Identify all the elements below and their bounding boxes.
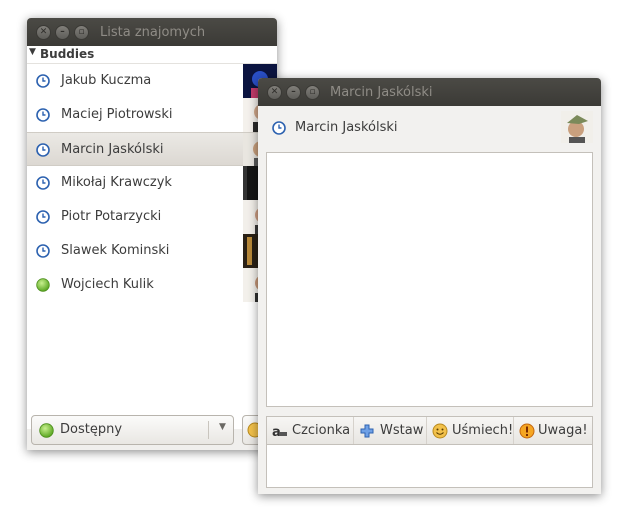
window-title: Lista znajomych (100, 25, 206, 40)
buddy-row[interactable]: Piotr Potarzycki (27, 200, 277, 234)
insert-button[interactable]: Wstaw (354, 417, 427, 444)
format-toolbar: a Czcionka Wstaw Uśmiech! Uwaga! (266, 416, 593, 445)
window-title: Marcin Jaskólski (330, 85, 433, 100)
buddy-name: Slawek Kominski (61, 243, 170, 258)
font-icon: a (272, 425, 287, 439)
smile-button[interactable]: Uśmiech! (427, 417, 514, 444)
buddy-name: Marcin Jaskólski (61, 142, 164, 157)
away-clock-icon (272, 121, 286, 135)
away-clock-icon (36, 210, 50, 224)
close-icon[interactable]: ✕ (36, 25, 51, 40)
away-clock-icon (36, 108, 50, 122)
attention-label: Uwaga! (538, 423, 588, 438)
font-button[interactable]: a Czcionka (267, 417, 354, 444)
message-input[interactable] (266, 445, 593, 488)
buddy-name: Maciej Piotrowski (61, 107, 173, 122)
status-selector[interactable]: Dostępny ▼ (31, 415, 234, 445)
group-header-buddies[interactable]: ▼ Buddies (27, 46, 277, 64)
buddy-name: Wojciech Kulik (61, 277, 154, 292)
buddy-row[interactable]: Mikołaj Krawczyk (27, 166, 277, 200)
chevron-down-icon[interactable]: ▼ (219, 422, 226, 432)
available-status-icon (36, 278, 50, 292)
chat-window: ✕ – ▫ Marcin Jaskólski Marcin Jaskólski … (258, 78, 601, 494)
avatar (561, 111, 593, 143)
away-clock-icon (36, 143, 50, 157)
buddy-row[interactable]: Maciej Piotrowski (27, 98, 277, 132)
buddy-name: Jakub Kuczma (61, 73, 152, 88)
buddy-list-titlebar[interactable]: ✕ – ▫ Lista znajomych (27, 18, 277, 46)
font-label: Czcionka (292, 423, 351, 438)
close-icon[interactable]: ✕ (267, 85, 282, 100)
status-label: Dostępny (60, 422, 123, 437)
smile-label: Uśmiech! (452, 423, 514, 438)
away-clock-icon (36, 74, 50, 88)
plus-icon (360, 424, 374, 438)
buddy-list-window: ✕ – ▫ Lista znajomych ▼ Buddies Jakub Ku… (27, 18, 282, 450)
buddy-name: Mikołaj Krawczyk (61, 175, 172, 190)
expander-down-icon[interactable]: ▼ (29, 47, 36, 57)
minimize-icon[interactable]: – (55, 25, 70, 40)
contact-name: Marcin Jaskólski (295, 120, 398, 135)
smiley-icon (432, 423, 448, 439)
available-status-icon (39, 423, 54, 438)
buddy-row[interactable]: Wojciech Kulik (27, 268, 277, 302)
buddy-row[interactable]: Slawek Kominski (27, 234, 277, 268)
chat-contact-header: Marcin Jaskólski (258, 106, 601, 150)
conversation-history[interactable] (266, 152, 593, 407)
maximize-icon[interactable]: ▫ (74, 25, 89, 40)
buddy-list[interactable]: ▼ Buddies Jakub Kuczma Maciej Piotrowski… (27, 46, 277, 429)
away-clock-icon (36, 244, 50, 258)
insert-label: Wstaw (380, 423, 424, 438)
warning-icon (519, 423, 535, 439)
divider (208, 421, 209, 439)
maximize-icon[interactable]: ▫ (305, 85, 320, 100)
group-label: Buddies (40, 47, 95, 61)
attention-button[interactable]: Uwaga! (514, 417, 594, 444)
buddy-row-selected[interactable]: Marcin Jaskólski (27, 132, 277, 167)
buddy-row[interactable]: Jakub Kuczma (27, 64, 277, 98)
buddy-name: Piotr Potarzycki (61, 209, 162, 224)
minimize-icon[interactable]: – (286, 85, 301, 100)
chat-titlebar[interactable]: ✕ – ▫ Marcin Jaskólski (258, 78, 601, 106)
away-clock-icon (36, 176, 50, 190)
